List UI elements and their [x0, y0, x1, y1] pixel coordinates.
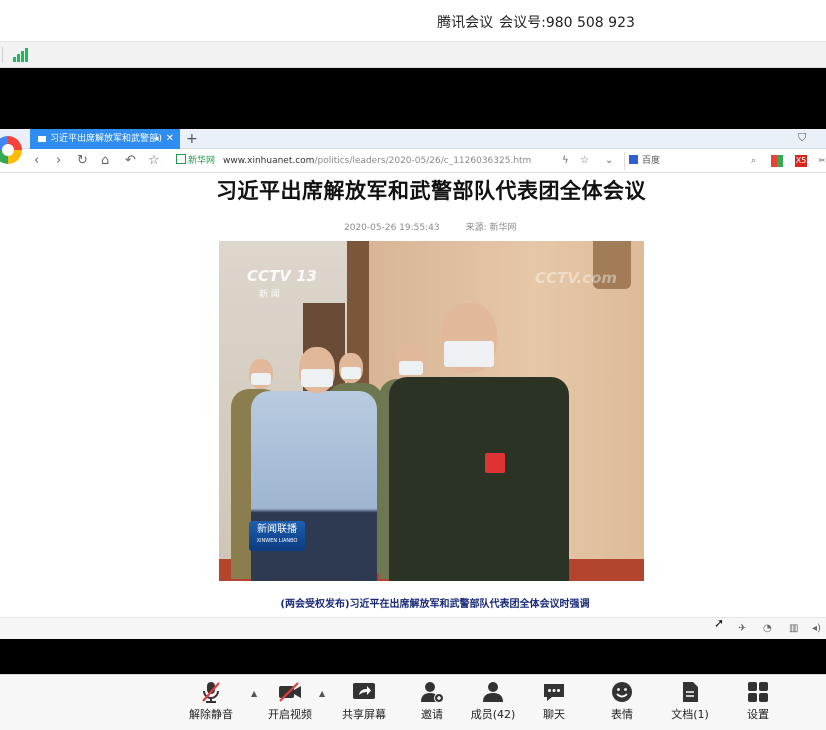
share-screen-button[interactable]: 共享屏幕	[332, 681, 396, 727]
microphone-muted-icon	[202, 682, 220, 703]
toolbar-button-label: 设置	[747, 708, 769, 721]
document-icon	[683, 682, 698, 702]
extension-apps-icon[interactable]	[771, 155, 783, 167]
video-options-caret-icon[interactable]: ▲	[319, 689, 325, 698]
photo-caption[interactable]: (两会受权发布)习近平在出席解放军和武警部队代表团全体会议时强调	[0, 595, 826, 610]
site-tag: 新华网	[176, 156, 215, 166]
extension-x5-icon[interactable]: X5	[795, 155, 807, 167]
browser-tab-active[interactable]: 习近平出席解放军和武警部 ◂) ✕	[30, 129, 180, 149]
trash-icon[interactable]: ▥	[789, 623, 798, 634]
meeting-toolbar: 解除静音 ▲ 开启视频 ▲ 共享屏幕 邀请 成员(42) 聊天 表情 文档(1)…	[0, 674, 826, 730]
invite-button[interactable]: 邀请	[400, 681, 464, 727]
badge-sub: XINWEN LIANBO	[256, 538, 298, 544]
reactions-button[interactable]: 表情	[590, 681, 654, 727]
speed-icon[interactable]: ◔	[763, 623, 772, 634]
browser-navbar: ‹ › ↻ ⌂ ↶ ☆ 新华网 www.xinhuanet.com/politic…	[0, 149, 826, 173]
unmute-button[interactable]: 解除静音	[179, 681, 243, 727]
browser-tabstrip: 习近平出席解放军和武警部 ◂) ✕ + ⛉	[0, 129, 826, 149]
shirt-icon[interactable]: ⛉	[798, 131, 806, 145]
tab-title: 习近平出席解放军和武警部	[50, 134, 159, 144]
tab-close-icon[interactable]: ✕	[166, 129, 174, 149]
rocket-icon[interactable]: ✈	[738, 623, 746, 634]
members-button[interactable]: 成员(42)	[461, 681, 525, 727]
chat-button[interactable]: 聊天	[522, 681, 586, 727]
home-icon[interactable]: ⌂	[101, 152, 109, 170]
documents-button[interactable]: 文档(1)	[658, 681, 722, 727]
toolbar-button-label: 解除静音	[189, 708, 233, 721]
refresh-icon[interactable]: ↻	[77, 152, 88, 170]
signal-strength-icon[interactable]	[13, 48, 29, 62]
toolbar-button-label: 表情	[611, 708, 633, 721]
browser-statusbar: ✈ ◔ ▥ ◂)	[0, 617, 826, 639]
address-bar[interactable]: 新华网 www.xinhuanet.com/politics/leaders/20…	[176, 152, 616, 170]
mouse-cursor-icon: ➚	[714, 616, 725, 630]
divider	[2, 47, 3, 63]
toolbar-button-label: 邀请	[421, 708, 443, 721]
toolbar-button-label: 开启视频	[268, 708, 312, 721]
back-icon[interactable]: ‹	[34, 152, 39, 170]
settings-grid-icon	[748, 682, 768, 702]
members-icon	[483, 682, 503, 702]
article-page: 习近平出席解放军和武警部队代表团全体会议 2020-05-26 19:55:43…	[0, 173, 826, 623]
shared-browser-window: 习近平出席解放军和武警部 ◂) ✕ + ⛉ ‹ › ↻ ⌂ ↶ ☆ 新华网 www…	[0, 129, 826, 639]
toolbar-button-label: 成员(42)	[470, 708, 516, 721]
cctv-watermark: CCTV.com	[535, 269, 618, 287]
forward-icon[interactable]: ›	[56, 152, 61, 170]
toolbar-button-label: 文档(1)	[671, 708, 709, 721]
cctv-channel-sub: 新 闻	[259, 290, 280, 300]
invite-user-icon	[421, 682, 444, 703]
settings-button[interactable]: 设置	[726, 681, 790, 727]
meeting-id-value[interactable]: 980 508 923	[546, 15, 635, 31]
dropdown-icon[interactable]: ⌄	[605, 152, 613, 170]
scissors-icon[interactable]: ✂	[816, 155, 826, 167]
volume-icon[interactable]: ◂)	[812, 623, 821, 634]
url-path: /politics/leaders/2020-05/26/c_112603632…	[314, 156, 532, 166]
audio-options-caret-icon[interactable]: ▲	[251, 689, 257, 698]
meeting-title-bar: 腾讯会议 会议号:980 508 923	[0, 0, 826, 42]
undo-icon[interactable]: ↶	[125, 152, 136, 170]
meeting-window: 腾讯会议 会议号:980 508 923 习近平出席解放军和武警部 ◂) ✕ + …	[0, 0, 826, 730]
article-date: 2020-05-26 19:55:43	[344, 223, 440, 233]
toolbar-button-label: 共享屏幕	[342, 708, 386, 721]
meeting-id-label: 会议号:	[499, 15, 546, 31]
search-engine-icon	[629, 155, 638, 164]
toolbar-button-label: 聊天	[543, 708, 565, 721]
article-source-label: 来源:	[465, 223, 487, 233]
tab-favicon-icon	[38, 135, 46, 142]
url-host: www.xinhuanet.com	[223, 156, 315, 166]
star-icon[interactable]: ☆	[148, 152, 160, 170]
bookmark-star-icon[interactable]: ☆	[580, 152, 589, 170]
search-icon[interactable]: ⌕	[751, 152, 756, 170]
search-engine-label: 百度	[642, 156, 661, 166]
article-photo: CCTV 13 新 闻 CCTV.com 新闻联播 XINWEN LIANBO	[219, 241, 644, 581]
lightning-icon[interactable]: ϟ	[562, 152, 569, 170]
app-name: 腾讯会议	[437, 15, 494, 31]
start-video-button[interactable]: 开启视频	[258, 681, 322, 727]
meeting-title: 腾讯会议 会议号:980 508 923	[0, 12, 826, 32]
search-input[interactable]: 百度 ⌕	[624, 152, 760, 170]
network-status-strip	[0, 42, 826, 68]
article-title: 习近平出席解放军和武警部队代表团全体会议	[216, 179, 646, 203]
new-tab-button[interactable]: +	[186, 129, 198, 149]
chat-icon	[544, 684, 564, 701]
camera-off-icon	[279, 682, 301, 702]
article-meta: 2020-05-26 19:55:43 来源: 新华网	[344, 220, 517, 233]
cctv-channel-logo: CCTV 13	[247, 267, 317, 285]
tab-audio-icon[interactable]: ◂)	[154, 129, 162, 149]
article-source-value[interactable]: 新华网	[490, 223, 517, 233]
emoji-icon	[612, 682, 632, 702]
share-screen-icon	[353, 683, 375, 699]
badge-main: 新闻联播	[257, 524, 297, 535]
xinwen-lianbo-badge: 新闻联播 XINWEN LIANBO	[249, 521, 305, 551]
